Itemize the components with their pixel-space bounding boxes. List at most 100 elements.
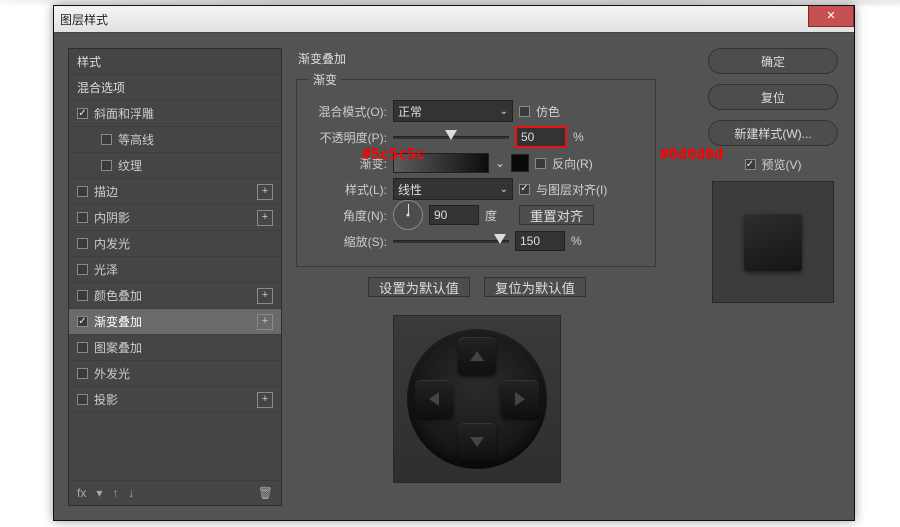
opacity-unit: % [573, 130, 584, 144]
plus-icon[interactable]: + [257, 184, 273, 200]
style-select[interactable]: 线性⌄ [393, 178, 513, 200]
window-title: 图层样式 [60, 11, 108, 28]
angle-input[interactable] [429, 205, 479, 225]
scale-input[interactable] [515, 231, 565, 251]
opacity-input[interactable] [515, 126, 567, 148]
ok-button[interactable]: 确定 [708, 48, 838, 74]
style-checkbox[interactable] [77, 368, 88, 379]
dither-label: 仿色 [536, 103, 560, 120]
style-row[interactable]: 等高线 [69, 127, 281, 153]
preview-swatch [712, 181, 834, 303]
style-checkbox[interactable] [77, 342, 88, 353]
style-checkbox[interactable] [77, 212, 88, 223]
preview-render [393, 315, 561, 483]
panel-title: 渐变叠加 [298, 50, 660, 67]
title-bar[interactable]: 图层样式 × [54, 6, 854, 33]
angle-dial[interactable] [393, 200, 423, 230]
style-label: 等高线 [118, 131, 154, 148]
plus-icon[interactable]: + [257, 210, 273, 226]
chevron-down-icon[interactable]: ▾ [96, 486, 102, 500]
opacity-label: 不透明度(P): [309, 129, 387, 146]
move-down-icon[interactable]: ↓ [128, 487, 134, 499]
style-row[interactable]: 内发光 [69, 231, 281, 257]
style-label: 图案叠加 [94, 339, 142, 356]
reverse-label: 反向(R) [552, 155, 593, 172]
group-legend: 渐变 [309, 71, 341, 88]
scale-label: 缩放(S): [309, 233, 387, 250]
plus-icon[interactable]: + [257, 314, 273, 330]
style-label: 斜面和浮雕 [94, 105, 154, 122]
move-up-icon[interactable]: ↑ [112, 487, 118, 499]
style-checkbox[interactable] [77, 394, 88, 405]
dither-checkbox[interactable] [519, 106, 530, 117]
set-default-button[interactable]: 设置为默认值 [368, 277, 470, 297]
close-button[interactable]: × [808, 6, 854, 27]
style-row[interactable]: 光泽 [69, 257, 281, 283]
style-label: 颜色叠加 [94, 287, 142, 304]
style-row[interactable]: 颜色叠加 + [69, 283, 281, 309]
chevron-down-icon: ⌄ [500, 184, 508, 195]
layer-style-dialog: 图层样式 × 样式 混合选项 斜面和浮雕等高线纹理描边 + 内阴影 + 内发光光泽颜色叠… [53, 5, 855, 521]
scale-slider[interactable] [393, 232, 509, 250]
reset-default-button[interactable]: 复位为默认值 [484, 277, 586, 297]
dpad-right-icon [501, 380, 539, 418]
chevron-down-icon: ⌄ [500, 106, 508, 117]
style-row[interactable]: 图案叠加 [69, 335, 281, 361]
reverse-checkbox[interactable] [535, 158, 546, 169]
style-checkbox[interactable] [77, 316, 88, 327]
style-row[interactable]: 外发光 [69, 361, 281, 387]
style-row[interactable]: 纹理 [69, 153, 281, 179]
trash-icon[interactable]: 🗑 [258, 487, 273, 499]
angle-label: 角度(N): [309, 207, 387, 224]
style-checkbox[interactable] [77, 238, 88, 249]
angle-unit: 度 [485, 207, 497, 224]
dpad-up-icon [458, 337, 496, 375]
styles-footer: fx ▾ ↑ ↓ 🗑 [69, 480, 281, 505]
preview-checkbox[interactable] [745, 159, 756, 170]
preview-label: 预览(V) [762, 156, 802, 173]
align-checkbox[interactable] [519, 184, 530, 195]
style-checkbox[interactable] [101, 160, 112, 171]
gradient-swatch[interactable] [511, 154, 529, 172]
options-panel: 渐变叠加 渐变 混合模式(O): 正常⌄ 仿色 不透明度(P): % 渐变: [294, 48, 660, 483]
plus-icon[interactable]: + [257, 392, 273, 408]
style-label: 描边 [94, 183, 118, 200]
blend-mode-select[interactable]: 正常⌄ [393, 100, 513, 122]
style-label: 样式(L): [309, 181, 387, 198]
annotation-color-1: #5c5c5c [362, 147, 425, 162]
style-row[interactable]: 内阴影 + [69, 205, 281, 231]
align-label: 与图层对齐(I) [536, 181, 607, 198]
blend-options-row[interactable]: 混合选项 [69, 75, 281, 101]
styles-list: 样式 混合选项 斜面和浮雕等高线纹理描边 + 内阴影 + 内发光光泽颜色叠加 + 渐变叠加 +… [68, 48, 282, 506]
styles-heading: 样式 [69, 49, 281, 75]
style-row[interactable]: 投影+ [69, 387, 281, 413]
style-checkbox[interactable] [101, 134, 112, 145]
style-checkbox[interactable] [77, 186, 88, 197]
dpad-down-icon [458, 423, 496, 461]
style-checkbox[interactable] [77, 264, 88, 275]
style-label: 光泽 [94, 261, 118, 278]
style-row[interactable]: 渐变叠加 + [69, 309, 281, 335]
scale-unit: % [571, 234, 582, 248]
blend-mode-label: 混合模式(O): [309, 103, 387, 120]
opacity-slider[interactable] [393, 128, 509, 146]
style-label: 内发光 [94, 235, 130, 252]
style-checkbox[interactable] [77, 108, 88, 119]
chevron-down-icon[interactable]: ⌄ [495, 156, 505, 170]
style-label: 外发光 [94, 365, 130, 382]
right-column: 确定 复位 新建样式(W)... 预览(V) [708, 48, 838, 303]
style-row[interactable]: 斜面和浮雕 [69, 101, 281, 127]
dpad-icon [407, 329, 547, 469]
style-label: 渐变叠加 [94, 313, 142, 330]
style-checkbox[interactable] [77, 290, 88, 301]
fx-icon[interactable]: fx [77, 487, 86, 499]
dpad-left-icon [415, 380, 453, 418]
style-row[interactable]: 描边 + [69, 179, 281, 205]
gradient-group: 渐变 混合模式(O): 正常⌄ 仿色 不透明度(P): % 渐变: ⌄ [296, 71, 656, 267]
reset-align-button[interactable]: 重置对齐 [519, 205, 594, 225]
plus-icon[interactable]: + [257, 288, 273, 304]
style-label: 纹理 [118, 157, 142, 174]
reset-button[interactable]: 复位 [708, 84, 838, 110]
new-style-button[interactable]: 新建样式(W)... [708, 120, 838, 146]
style-label: 内阴影 [94, 209, 130, 226]
